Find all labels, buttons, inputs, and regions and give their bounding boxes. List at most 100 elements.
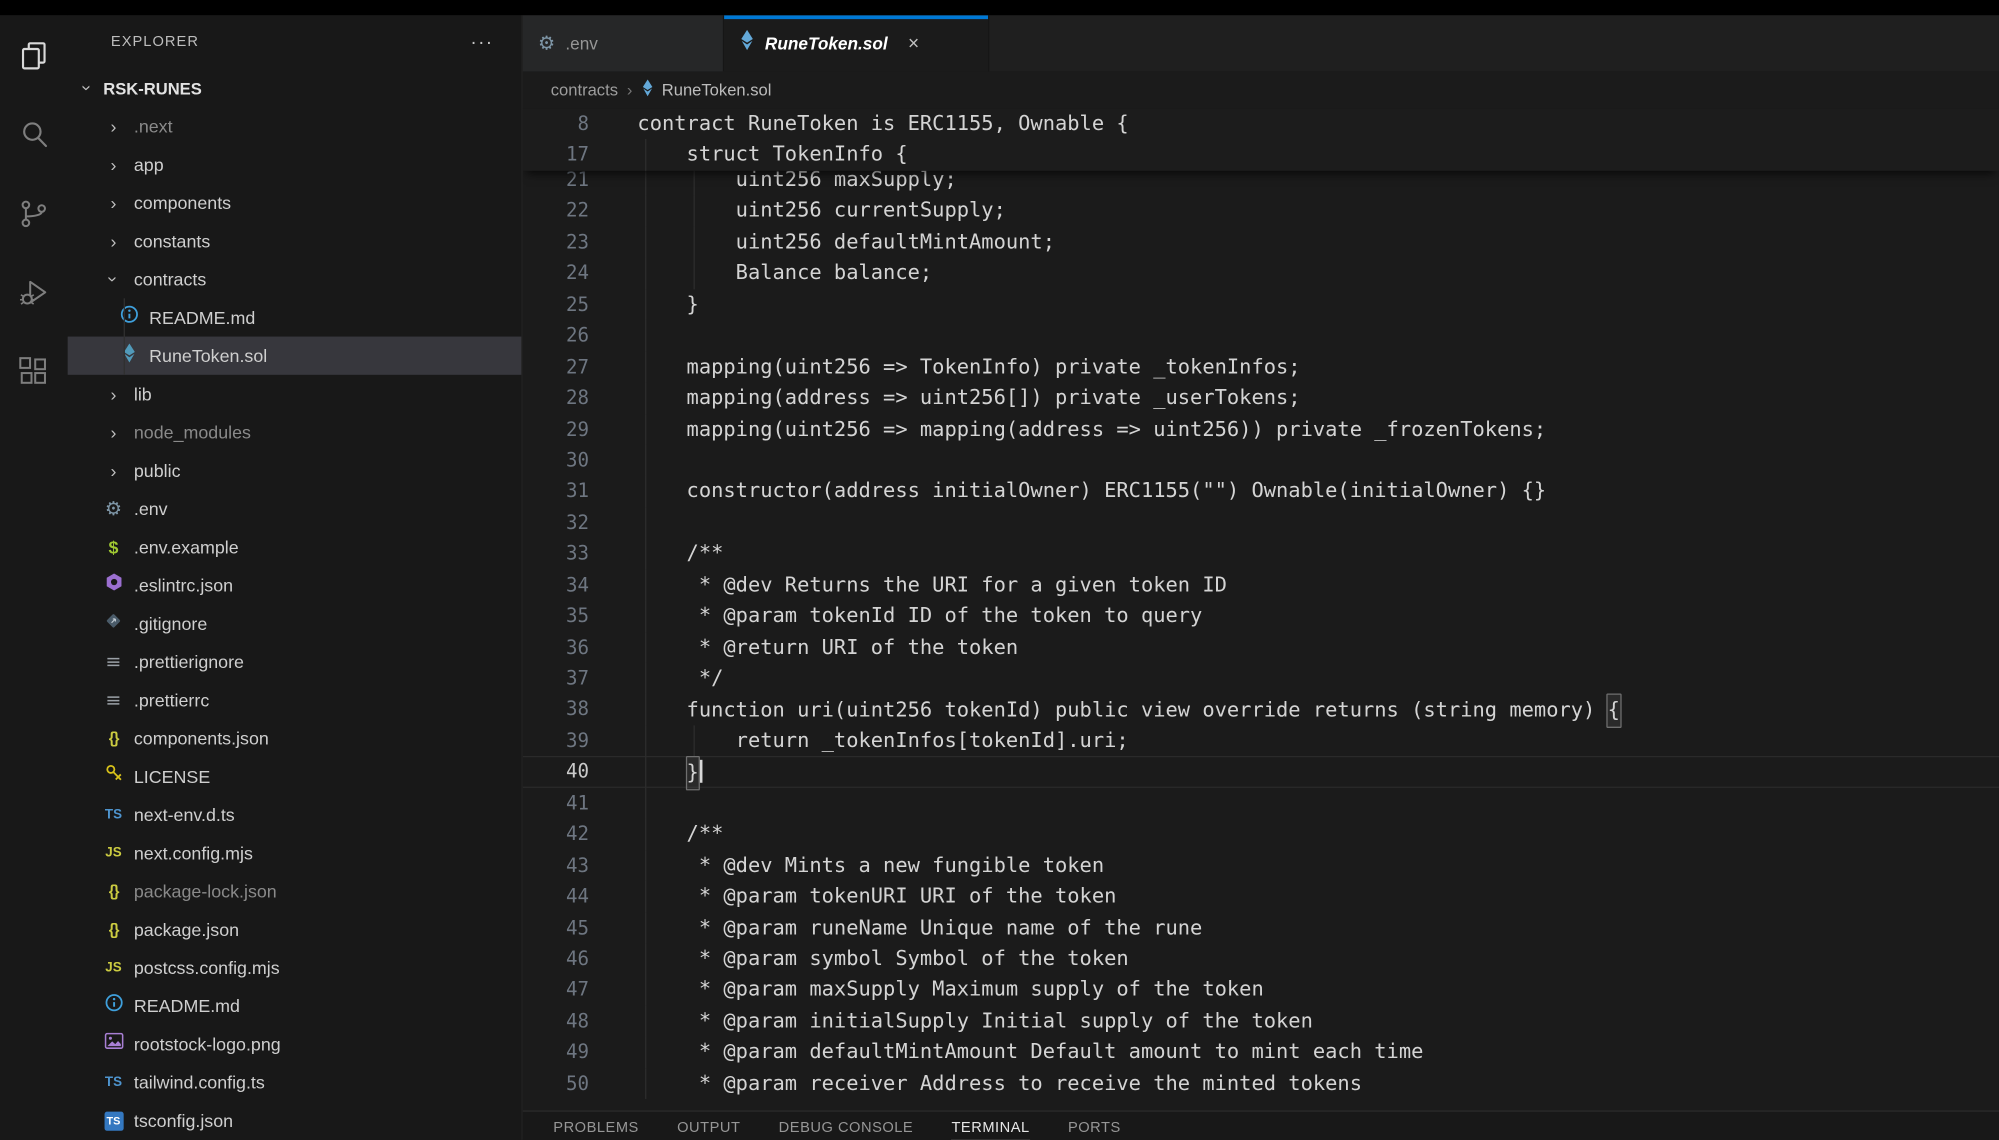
activity-search[interactable] [0,94,68,173]
line-number: 35 [523,601,589,632]
sidebar-item-package-lock-json[interactable]: {}package-lock.json [68,872,522,910]
code-line-33[interactable]: 33 /** [523,538,1999,569]
code-line-44[interactable]: 44 * @param tokenURI URI of the token [523,881,1999,912]
code-line-22[interactable]: 22 uint256 currentSupply; [523,196,1999,227]
activity-explorer[interactable] [0,15,68,94]
breadcrumb-file[interactable]: RuneToken.sol [662,80,772,99]
sticky-line-8[interactable]: 8contract RuneToken is ERC1155, Ownable … [523,108,1999,139]
line-number: 24 [523,258,589,289]
sidebar-folder-components[interactable]: ›components [68,184,522,222]
file-label: components.json [134,728,269,748]
sidebar-item--eslintrc-json[interactable]: .eslintrc.json [68,566,522,604]
line-content: constructor(address initialOwner) ERC115… [637,476,1546,507]
braces-icon: {} [109,731,118,746]
tab--env[interactable]: ⚙.env [523,15,724,71]
code-line-34[interactable]: 34 * @dev Returns the URI for a given to… [523,569,1999,600]
code-line-50[interactable]: 50 * @param receiver Address to receive … [523,1068,1999,1099]
line-content: * @param receiver Address to receive the… [637,1068,1362,1099]
panel-tab-problems[interactable]: PROBLEMS [553,1112,639,1136]
code-line-46[interactable]: 46 * @param symbol Symbol of the token [523,943,1999,974]
code-line-48[interactable]: 48 * @param initialSupply Initial supply… [523,1006,1999,1037]
sidebar-item-readme-md[interactable]: README.md [68,987,522,1025]
tab-runetoken-sol[interactable]: RuneToken.sol× [724,15,989,71]
code-line-38[interactable]: 38 function uri(uint256 tokenId) public … [523,694,1999,725]
sidebar-item--prettierignore[interactable]: ≡.prettierignore [68,643,522,681]
code-line-35[interactable]: 35 * @param tokenId ID of the token to q… [523,601,1999,632]
sidebar-item-next-config-mjs[interactable]: JSnext.config.mjs [68,834,522,872]
code-line-30[interactable]: 30 [523,445,1999,476]
sidebar-folder--next[interactable]: ›.next [68,107,522,145]
chevron-right-icon: › [110,385,116,403]
code-line-29[interactable]: 29 mapping(uint256 => mapping(address =>… [523,414,1999,445]
close-icon[interactable]: × [908,33,919,55]
code-line-41[interactable]: 41 [523,788,1999,819]
sidebar-item--gitignore[interactable]: .gitignore [68,604,522,642]
breadcrumb-folder[interactable]: contracts [551,80,618,99]
sidebar-folder-public[interactable]: ›public [68,451,522,489]
line-content: /** [637,538,723,569]
code-line-39[interactable]: 39 return _tokenInfos[tokenId].uri; [523,725,1999,756]
activity-extensions[interactable] [0,331,68,410]
code-line-47[interactable]: 47 * @param maxSupply Maximum supply of … [523,974,1999,1005]
sidebar-item-rsk-runes[interactable]: › RSK-RUNES [68,69,522,107]
sidebar-item-next-env-d-ts[interactable]: TSnext-env.d.ts [68,796,522,834]
line-number: 22 [523,196,589,227]
file-label: app [134,154,164,174]
code-line-40[interactable]: 40 } [523,756,1999,787]
sticky-line-17[interactable]: 17 struct TokenInfo { [523,140,1999,171]
prettier-icon: ≡ [105,652,121,671]
code-line-36[interactable]: 36 * @return URI of the token [523,632,1999,663]
more-actions-icon[interactable]: ··· [470,31,493,53]
breadcrumb[interactable]: contracts › RuneToken.sol [523,71,1999,108]
code-line-32[interactable]: 32 [523,507,1999,538]
code-line-45[interactable]: 45 * @param runeName Unique name of the … [523,912,1999,943]
sidebar-folder-contracts[interactable]: ›contracts [68,260,522,298]
code-line-28[interactable]: 28 mapping(address => uint256[]) private… [523,383,1999,414]
code-line-43[interactable]: 43 * @dev Mints a new fungible token [523,850,1999,881]
activity-run-debug[interactable] [0,252,68,331]
panel-tab-debug-console[interactable]: DEBUG CONSOLE [779,1112,914,1136]
sidebar-item--env-example[interactable]: $.env.example [68,528,522,566]
code-line-42[interactable]: 42 /** [523,819,1999,850]
panel-tab-terminal[interactable]: TERMINAL [951,1112,1029,1136]
sidebar-item--env[interactable]: ⚙.env [68,490,522,528]
code-line-23[interactable]: 23 uint256 defaultMintAmount; [523,227,1999,258]
code-line-49[interactable]: 49 * @param defaultMintAmount Default am… [523,1037,1999,1068]
sticky-scroll[interactable]: 8contract RuneToken is ERC1155, Ownable … [523,108,1999,170]
file-label: RuneToken.sol [149,345,267,365]
sidebar-item-license[interactable]: LICENSE [68,757,522,795]
panel-tab-ports[interactable]: PORTS [1068,1112,1121,1136]
sidebar-item-postcss-config-mjs[interactable]: JSpostcss.config.mjs [68,949,522,987]
code-lines: 21 uint256 maxSupply;22 uint256 currentS… [523,164,1999,1099]
sidebar-item-readme-md[interactable]: README.md [68,298,522,336]
sidebar-item-components-json[interactable]: {} components.json [68,719,522,757]
prettier-icon: ≡ [105,690,121,709]
code-editor[interactable]: 21 uint256 maxSupply;22 uint256 currentS… [523,108,1999,1139]
line-number: 43 [523,850,589,881]
sidebar-item-rootstock-logo-png[interactable]: rootstock-logo.png [68,1025,522,1063]
javascript-icon: JS [105,961,121,974]
sidebar-folder-constants[interactable]: ›constants [68,222,522,260]
sidebar-folder-node-modules[interactable]: ›node_modules [68,413,522,451]
sidebar-folder-lib[interactable]: ›lib [68,375,522,413]
sidebar-item-tsconfig-json[interactable]: TStsconfig.json [68,1101,522,1139]
code-line-37[interactable]: 37 */ [523,663,1999,694]
matched-bracket: } [685,756,700,790]
sidebar-item-tailwind-config-ts[interactable]: TStailwind.config.ts [68,1063,522,1101]
code-line-24[interactable]: 24 Balance balance; [523,258,1999,289]
sidebar-folder-app[interactable]: ›app [68,145,522,183]
panel-tab-output[interactable]: OUTPUT [677,1112,740,1136]
sidebar-item-runetoken-sol[interactable]: RuneToken.sol [68,337,522,375]
code-line-27[interactable]: 27 mapping(uint256 => TokenInfo) private… [523,351,1999,382]
bottom-panel-tabs: PROBLEMS OUTPUT DEBUG CONSOLE TERMINAL PORTS [523,1110,1999,1139]
activity-source-control[interactable] [0,173,68,252]
line-content: mapping(uint256 => TokenInfo) private _t… [637,351,1300,382]
code-line-25[interactable]: 25 } [523,289,1999,320]
sidebar-item-package-json[interactable]: {}package.json [68,910,522,948]
file-label: public [134,460,181,480]
file-label: .gitignore [134,613,207,633]
sidebar-item--prettierrc[interactable]: ≡.prettierrc [68,681,522,719]
code-line-31[interactable]: 31 constructor(address initialOwner) ERC… [523,476,1999,507]
explorer-header: EXPLORER ··· [68,15,522,69]
code-line-26[interactable]: 26 [523,320,1999,351]
